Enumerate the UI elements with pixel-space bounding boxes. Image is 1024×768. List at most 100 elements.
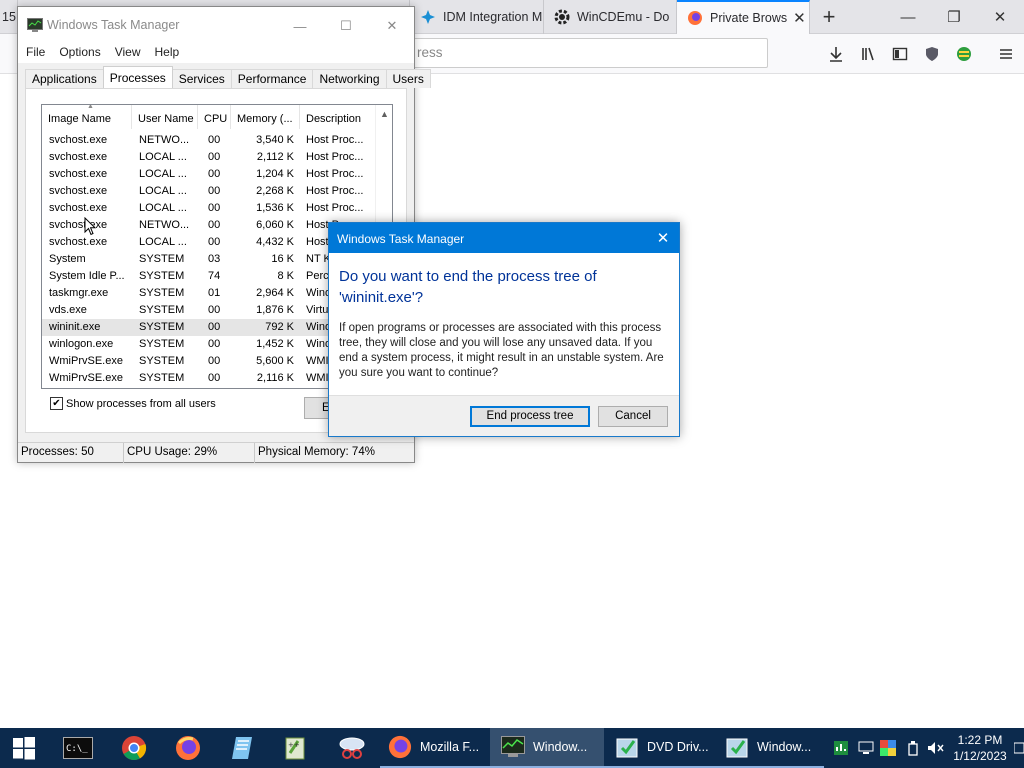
taskbar: C:\_ ++ Mozilla F... Window... DVD Driv.… — [0, 728, 1024, 768]
usb-device-icon[interactable] — [904, 739, 922, 757]
cell-user-name: SYSTEM — [139, 270, 185, 282]
restore-icon[interactable]: ❐ — [931, 0, 977, 34]
table-row[interactable]: svchost.exe LOCAL ... 00 1,536 K Host Proc..… — [42, 200, 375, 217]
library-icon[interactable] — [858, 43, 880, 65]
menu-options[interactable]: Options — [53, 43, 108, 63]
table-row[interactable]: svchost.exe LOCAL ... 00 1,204 K Host Proc..… — [42, 166, 375, 183]
cell-user-name: LOCAL ... — [139, 236, 187, 248]
column-user-name[interactable]: User Name — [132, 105, 198, 129]
menu-view[interactable]: View — [109, 43, 149, 63]
close-icon[interactable]: ✕ — [977, 0, 1023, 34]
browser-tab[interactable]: IDM Integration M — [410, 0, 544, 34]
extension-globe-icon[interactable] — [953, 43, 975, 65]
cell-memory: 2,964 K — [256, 287, 294, 299]
end-process-tree-button[interactable]: End process tree — [470, 406, 590, 427]
close-icon[interactable]: ✕ — [787, 9, 806, 27]
color-app-icon[interactable] — [879, 739, 897, 757]
table-row[interactable]: vds.exe SYSTEM 00 1,876 K Virtu — [42, 302, 375, 319]
taskbar-item-label: DVD Driv... — [647, 740, 709, 754]
tab-networking[interactable]: Networking — [312, 69, 387, 88]
close-icon[interactable]: ✕ — [377, 15, 407, 37]
tab-services[interactable]: Services — [171, 69, 232, 88]
minimize-icon[interactable]: — — [285, 15, 315, 37]
snipping-tool-icon — [339, 737, 365, 759]
tab-processes[interactable]: Processes — [102, 66, 173, 88]
tab-strip: Applications Processes Services Performa… — [25, 66, 431, 89]
taskbar-pin-notepadpp[interactable]: ++ — [274, 728, 318, 768]
cell-cpu: 00 — [208, 151, 221, 163]
network-monitor-icon[interactable] — [832, 739, 850, 757]
column-cpu[interactable]: CPU — [198, 105, 231, 129]
taskbar-window-explorer[interactable]: Window... — [714, 728, 824, 768]
taskbar-window-firefox[interactable]: Mozilla F... — [380, 728, 490, 768]
table-row[interactable]: WmiPrvSE.exe SYSTEM 00 5,600 K WMI — [42, 353, 375, 370]
cell-image-name: svchost.exe — [49, 202, 108, 214]
notifications-icon[interactable] — [1013, 739, 1024, 757]
cell-user-name: NETWO... — [139, 219, 190, 231]
download-icon[interactable] — [825, 43, 847, 65]
status-processes: Processes: 50 — [18, 443, 124, 463]
taskbar-window-task-manager[interactable]: Window... — [490, 728, 604, 768]
table-row[interactable]: winlogon.exe SYSTEM 00 1,452 K Wind — [42, 336, 375, 353]
browser-tab-active[interactable]: Private Brows ✕ — [677, 0, 810, 34]
tab-users[interactable]: Users — [385, 69, 431, 88]
menu-icon[interactable] — [995, 43, 1017, 65]
checkbox-icon[interactable]: ✔ — [50, 397, 63, 410]
cell-cpu: 00 — [208, 304, 221, 316]
title-bar[interactable]: Windows Task Manager — ☐ ✕ — [18, 7, 414, 43]
browser-tab[interactable]: WinCDEmu - Do — [544, 0, 677, 34]
process-list-header: ▲ Image Name User Name CPU Memory (... De… — [42, 105, 375, 129]
table-row[interactable]: taskmgr.exe SYSTEM 01 2,964 K Wind — [42, 285, 375, 302]
taskbar-item-label: Window... — [533, 740, 588, 754]
sidebar-icon[interactable] — [889, 43, 911, 65]
sort-ascending-icon: ▲ — [87, 105, 94, 110]
column-description[interactable]: Description — [300, 105, 375, 129]
cell-memory: 1,452 K — [256, 338, 294, 350]
notepad-plus-plus-icon: ++ — [285, 737, 305, 760]
taskbar-pin-app[interactable] — [220, 728, 264, 768]
table-row[interactable]: svchost.exe LOCAL ... 00 4,432 K Host — [42, 234, 375, 251]
cell-image-name: taskmgr.exe — [49, 287, 109, 299]
system-clock[interactable]: 1:22 PM 1/12/2023 — [950, 732, 1010, 764]
start-button[interactable] — [0, 728, 48, 768]
taskbar-pin-command-prompt[interactable]: C:\_ — [56, 728, 100, 768]
ublock-icon[interactable] — [921, 43, 943, 65]
volume-muted-icon[interactable] — [927, 739, 945, 757]
column-memory[interactable]: Memory (... — [231, 105, 300, 129]
table-row[interactable]: svchost.exe NETWO... 00 3,540 K Host Proc... — [42, 132, 375, 149]
scroll-up-icon[interactable]: ▲ — [376, 105, 392, 122]
maximize-icon[interactable]: ☐ — [331, 15, 361, 37]
close-icon[interactable]: ✕ — [653, 228, 673, 248]
cancel-button[interactable]: Cancel — [598, 406, 668, 427]
table-row[interactable]: WmiPrvSE.exe SYSTEM 00 2,116 K WMI — [42, 370, 375, 387]
taskbar-window-dvd-drive[interactable]: DVD Driv... — [604, 728, 714, 768]
cell-user-name: LOCAL ... — [139, 168, 187, 180]
taskbar-pin-chrome[interactable] — [112, 728, 156, 768]
table-row[interactable]: System Idle P... SYSTEM 74 8 K Perc — [42, 268, 375, 285]
firefox-icon — [176, 736, 200, 760]
table-row[interactable]: svchost.exe LOCAL ... 00 2,112 K Host Proc..… — [42, 149, 375, 166]
taskbar-pin-snipping[interactable] — [330, 728, 374, 768]
network-icon[interactable] — [857, 739, 875, 757]
table-row[interactable]: svchost.exe LOCAL ... 00 2,268 K Host Proc..… — [42, 183, 375, 200]
table-row[interactable]: System SYSTEM 03 16 K NT K — [42, 251, 375, 268]
cell-user-name: NETWO... — [139, 134, 190, 146]
cell-image-name: wininit.exe — [49, 321, 101, 333]
browser-tab[interactable]: 15 — [0, 0, 18, 34]
url-bar[interactable]: ress — [410, 38, 768, 68]
show-all-processes-checkbox[interactable]: ✔ Show processes from all users — [50, 397, 216, 410]
tab-applications[interactable]: Applications — [25, 69, 104, 88]
new-tab-button[interactable]: + — [815, 4, 843, 30]
dialog-message: If open programs or processes are associ… — [339, 322, 664, 379]
tab-performance[interactable]: Performance — [230, 69, 314, 88]
table-row-selected[interactable]: wininit.exe SYSTEM 00 792 K Wind — [42, 319, 375, 336]
cell-cpu: 74 — [208, 270, 221, 282]
minimize-icon[interactable]: — — [885, 0, 931, 34]
menu-file[interactable]: File — [20, 43, 53, 63]
cell-memory: 16 K — [271, 253, 294, 265]
column-image-name[interactable]: ▲ Image Name — [42, 105, 132, 129]
dialog-title-bar[interactable]: Windows Task Manager ✕ — [329, 223, 679, 253]
menu-help[interactable]: Help — [149, 43, 188, 63]
taskbar-pin-firefox[interactable] — [166, 728, 210, 768]
end-process-tree-dialog: Windows Task Manager ✕ Do you want to en… — [328, 222, 680, 437]
